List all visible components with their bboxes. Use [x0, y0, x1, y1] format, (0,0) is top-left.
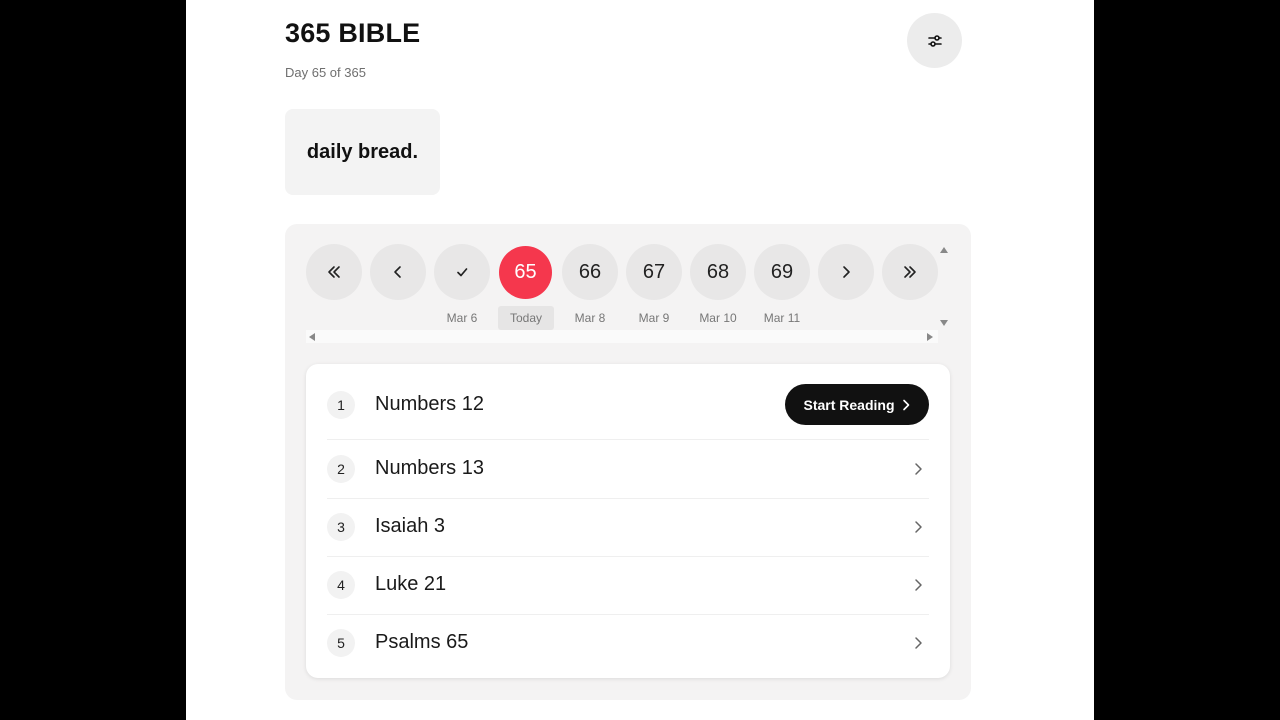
first-day-button[interactable]: [306, 244, 362, 300]
day-circle[interactable]: 68: [690, 244, 746, 300]
vertical-scrollbar[interactable]: [937, 244, 950, 332]
next-day-button[interactable]: [818, 244, 874, 300]
day-progress-text: Day 65 of 365: [285, 65, 366, 80]
readings-list: 1 Numbers 12 Start Reading 2 Numbers 13 …: [306, 364, 950, 678]
chevron-left-icon: [394, 266, 401, 278]
reading-number: 5: [327, 629, 355, 657]
scroll-up-arrow[interactable]: [940, 247, 948, 253]
start-reading-label: Start Reading: [803, 396, 895, 413]
day-circle-completed[interactable]: [434, 244, 490, 300]
chevron-right-icon: [915, 579, 922, 591]
chevron-right-icon: [915, 463, 922, 475]
day-circle[interactable]: 69: [754, 244, 810, 300]
brand-text: daily bread.: [306, 140, 419, 163]
reading-title: Luke 21: [375, 573, 447, 595]
chevron-right-icon: [902, 399, 909, 410]
reading-row[interactable]: 3 Isaiah 3: [327, 499, 929, 557]
day-date-label: Mar 8: [574, 311, 606, 325]
chevron-right-icon: [915, 521, 922, 533]
chevron-right-icon: [915, 637, 922, 649]
double-chevron-left-icon: [328, 266, 340, 278]
reading-plan-panel: Mar 6 65 Today 66 Mar 8 67 Mar 9 68 Mar …: [285, 224, 971, 700]
horizontal-scrollbar[interactable]: [306, 330, 938, 343]
reading-number: 2: [327, 455, 355, 483]
reading-row[interactable]: 4 Luke 21: [327, 557, 929, 615]
app-page: 365 BIBLE Day 65 of 365 daily bread. Mar…: [186, 0, 1094, 720]
brand-card: daily bread.: [285, 109, 440, 195]
today-label: Today: [498, 306, 554, 330]
last-day-button[interactable]: [882, 244, 938, 300]
scroll-left-arrow[interactable]: [309, 333, 315, 341]
reading-title: Numbers 12: [375, 393, 484, 415]
reading-row[interactable]: 2 Numbers 13: [327, 440, 929, 499]
scroll-right-arrow[interactable]: [927, 333, 933, 341]
day-date-label: Mar 6: [446, 311, 478, 325]
day-date-label: Mar 9: [638, 311, 670, 325]
reading-title: Numbers 13: [375, 457, 484, 479]
reading-title: Isaiah 3: [375, 515, 446, 537]
day-date-label: Mar 10: [699, 311, 737, 325]
reading-title: Psalms 65: [375, 631, 469, 653]
chevron-right-icon: [843, 266, 850, 278]
previous-day-button[interactable]: [370, 244, 426, 300]
day-date-label: Mar 11: [763, 311, 801, 325]
reading-number: 4: [327, 571, 355, 599]
scroll-down-arrow[interactable]: [940, 320, 948, 326]
reading-row[interactable]: 5 Psalms 65: [327, 615, 929, 673]
day-selector-strip: Mar 6 65 Today 66 Mar 8 67 Mar 9 68 Mar …: [306, 244, 938, 332]
sliders-icon: [927, 34, 942, 47]
day-circle-active[interactable]: 65: [499, 246, 552, 299]
double-chevron-right-icon: [904, 266, 916, 278]
settings-button[interactable]: [907, 13, 962, 68]
day-circle[interactable]: 66: [562, 244, 618, 300]
check-icon: [457, 268, 468, 277]
day-circle[interactable]: 67: [626, 244, 682, 300]
start-reading-button[interactable]: Start Reading: [785, 384, 929, 425]
page-title: 365 BIBLE: [285, 18, 421, 48]
reading-row[interactable]: 1 Numbers 12 Start Reading: [327, 364, 929, 440]
reading-number: 1: [327, 391, 355, 419]
reading-number: 3: [327, 513, 355, 541]
